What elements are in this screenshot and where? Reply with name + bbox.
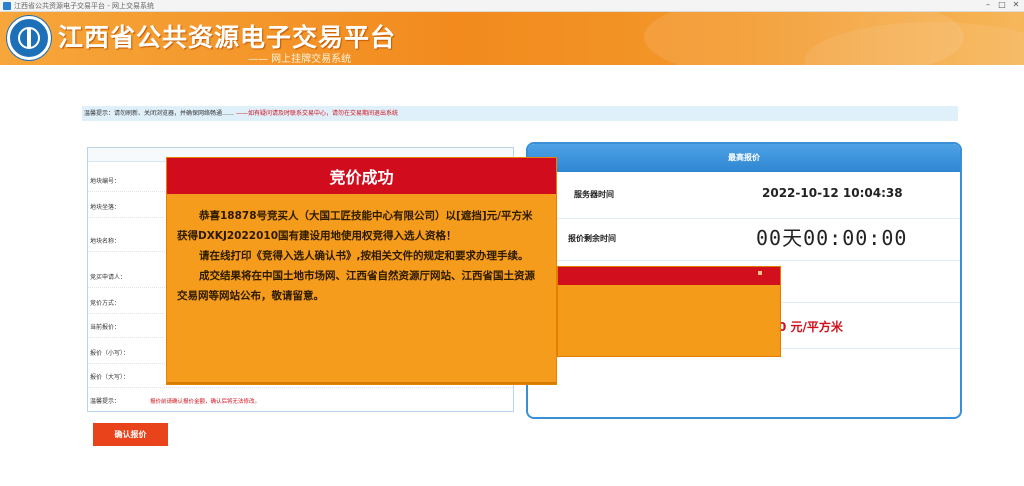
- site-subtitle: —— 网上挂牌交易系统: [248, 54, 352, 65]
- background-dialog: [557, 266, 781, 357]
- print-instruction: 请在线打印《竞得入选人确认书》,按相关文件的规定和要求办理手续。: [199, 250, 529, 262]
- browser-icon: [3, 2, 11, 10]
- minimize-button[interactable]: –: [982, 0, 994, 9]
- publish-notice: 成交结果将在中国土地市场网、江西省自然资源厅网站、江西省国土资源交易网等网站公布…: [177, 270, 535, 302]
- background-dialog-header: [558, 267, 780, 285]
- success-message: 恭喜18878号竞买人（大国工匠技能中心有限公司）以[遮挡]元/平方米获得DXK…: [177, 210, 533, 242]
- maximize-button[interactable]: □: [996, 0, 1008, 9]
- site-logo-icon: [7, 16, 51, 60]
- window-title-bar: 江西省公共资源电子交易平台 - 网上交易系统 – □ ✕: [0, 0, 1024, 12]
- price-panel-title: 最高报价: [528, 144, 960, 172]
- notice-text: 温馨提示：请勿刷新、关闭浏览器，并确保网络畅通……: [84, 110, 235, 117]
- remaining-time-label: 报价剩余时间: [568, 234, 616, 243]
- success-dialog-body: 恭喜18878号竞买人（大国工匠技能中心有限公司）以[遮挡]元/平方米获得DXK…: [167, 194, 556, 306]
- site-title: 江西省公共资源电子交易平台: [58, 23, 397, 52]
- dialog-close-icon[interactable]: [758, 271, 762, 275]
- window-title: 江西省公共资源电子交易平台 - 网上交易系统: [14, 2, 154, 10]
- notice-bar: 温馨提示：请勿刷新、关闭浏览器，并确保网络畅通…… ——如有疑问请及时联系交易中…: [82, 106, 958, 121]
- notice-warning: ——如有疑问请及时联系交易中心，请勿在交易期间退出系统: [235, 110, 398, 117]
- close-button[interactable]: ✕: [1010, 0, 1022, 9]
- countdown-timer: 00天00:00:00: [756, 226, 908, 250]
- server-time-value: 2022-10-12 10:04:38: [762, 186, 903, 200]
- server-time-label: 服务器时间: [574, 190, 614, 199]
- site-banner: 江西省公共资源电子交易平台 —— 网上挂牌交易系统: [0, 12, 1024, 65]
- success-dialog: 竞价成功 恭喜18878号竞买人（大国工匠技能中心有限公司）以[遮挡]元/平方米…: [166, 157, 557, 385]
- highest-price-value: 0 元/平方米: [778, 320, 843, 334]
- info-row: 温馨提示： 报价前请确认报价金额，确认后将无法修改。: [90, 398, 261, 405]
- confirm-bid-button[interactable]: 确认报价: [93, 423, 168, 446]
- success-dialog-title: 竞价成功: [167, 158, 556, 194]
